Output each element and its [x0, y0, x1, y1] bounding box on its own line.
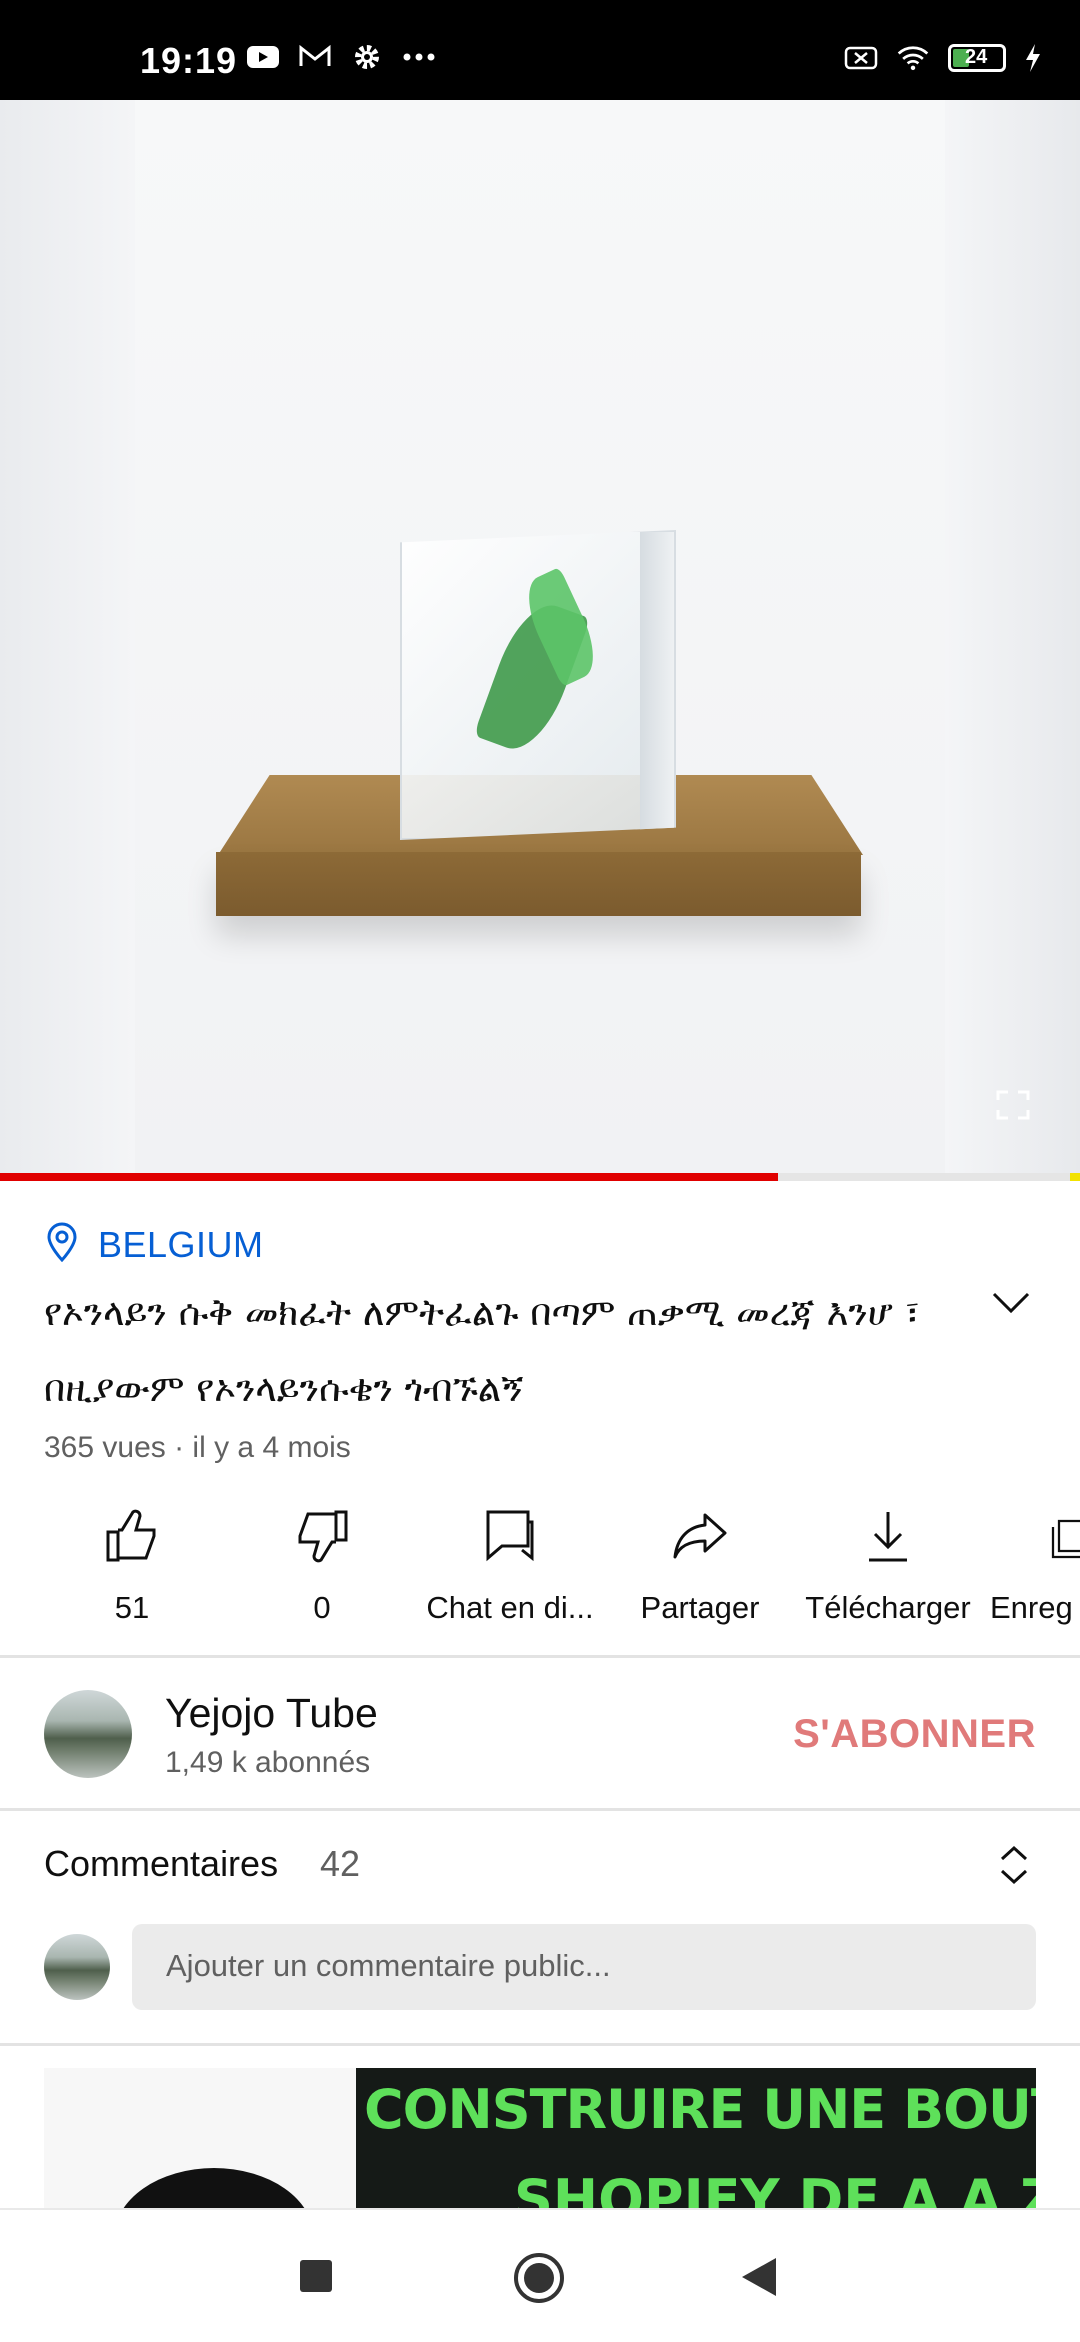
- download-label: Télécharger: [805, 1590, 971, 1625]
- subscribe-button[interactable]: S'ABONNER: [793, 1712, 1036, 1757]
- status-bar: 19:19 24: [0, 0, 1080, 100]
- battery-icon: 24: [948, 44, 1006, 72]
- thumbs-up-icon: [32, 1500, 232, 1572]
- chat-icon: [410, 1500, 610, 1572]
- thumbnail-text-line1: CONSTRUIRE UNE BOUTIQUE: [364, 2078, 1036, 2141]
- thumbnail-text-line2: SHOPIFY DE A A Z: [514, 2168, 1036, 2208]
- thumbs-down-icon: [222, 1500, 422, 1572]
- system-nav-bar: [0, 2208, 1080, 2342]
- ad-marker: [1070, 1173, 1080, 1181]
- charging-icon: [1024, 44, 1042, 72]
- video-player[interactable]: [0, 100, 1080, 1175]
- divider: [0, 2043, 1080, 2046]
- divider: [0, 1655, 1080, 1658]
- channel-name[interactable]: Yejojo Tube: [165, 1690, 378, 1737]
- download-icon: [788, 1500, 988, 1572]
- dislike-count: 0: [313, 1590, 331, 1625]
- settings-icon: [350, 44, 384, 70]
- status-time: 19:19: [140, 40, 238, 81]
- subscriber-count: 1,49 k abonnés: [165, 1746, 371, 1779]
- like-count: 51: [114, 1590, 150, 1625]
- channel-row[interactable]: Yejojo Tube 1,49 k abonnés S'ABONNER: [0, 1660, 1080, 1810]
- chevron-down-icon[interactable]: [990, 1288, 1032, 1318]
- dislike-button[interactable]: 0: [222, 1500, 422, 1626]
- location-label[interactable]: BELGIUM: [98, 1224, 264, 1266]
- back-button[interactable]: [742, 2258, 776, 2301]
- comments-header[interactable]: Commentaires: [44, 1843, 278, 1885]
- expand-comments-icon[interactable]: [998, 1845, 1030, 1885]
- wifi-icon: [896, 45, 930, 71]
- fullscreen-icon[interactable]: [996, 1090, 1030, 1120]
- comment-placeholder: Ajouter un commentaire public...: [166, 1948, 611, 1983]
- channel-avatar[interactable]: [44, 1690, 132, 1778]
- recents-button[interactable]: [300, 2260, 332, 2297]
- home-button[interactable]: [513, 2252, 565, 2309]
- save-playlist-icon: [990, 1500, 1080, 1572]
- location-tag[interactable]: BELGIUM: [46, 1222, 264, 1267]
- like-button[interactable]: 51: [32, 1500, 232, 1626]
- download-button[interactable]: Télécharger: [788, 1500, 988, 1626]
- share-icon: [600, 1500, 800, 1572]
- system-icons: 24: [844, 44, 1042, 72]
- next-video-thumbnail[interactable]: CONSTRUIRE UNE BOUTIQUE SHOPIFY DE A A Z: [44, 2068, 1036, 2208]
- no-sim-icon: [844, 45, 878, 71]
- video-title[interactable]: የኦንላይን ሱቅ መክፈት ለምትፈልጉ በጣም ጠቃሚ መረጃ እንሆ ፣ …: [44, 1275, 944, 1427]
- youtube-icon: [246, 44, 280, 70]
- battery-level: 24: [965, 46, 988, 68]
- live-chat-button[interactable]: Chat en di...: [410, 1500, 610, 1626]
- more-icon: [402, 44, 436, 70]
- acrylic-block-image: [400, 530, 676, 840]
- progress-bar: [0, 1173, 778, 1181]
- notification-icons: [246, 44, 436, 70]
- share-label: Partager: [640, 1590, 760, 1625]
- comment-input[interactable]: Ajouter un commentaire public...: [132, 1924, 1036, 2010]
- location-pin-icon: [46, 1222, 78, 1267]
- user-avatar: [44, 1934, 110, 2000]
- action-bar: 51 0 Chat en di... Partager Télécharger …: [0, 1500, 1080, 1630]
- save-button[interactable]: Enreg: [990, 1500, 1080, 1626]
- chat-label: Chat en di...: [426, 1590, 594, 1625]
- gmail-icon: [298, 44, 332, 70]
- video-meta: 365 vues · il y a 4 mois: [44, 1431, 351, 1464]
- divider: [0, 1808, 1080, 1811]
- comments-count: 42: [320, 1843, 361, 1884]
- save-label: Enreg: [990, 1590, 1073, 1625]
- share-button[interactable]: Partager: [600, 1500, 800, 1626]
